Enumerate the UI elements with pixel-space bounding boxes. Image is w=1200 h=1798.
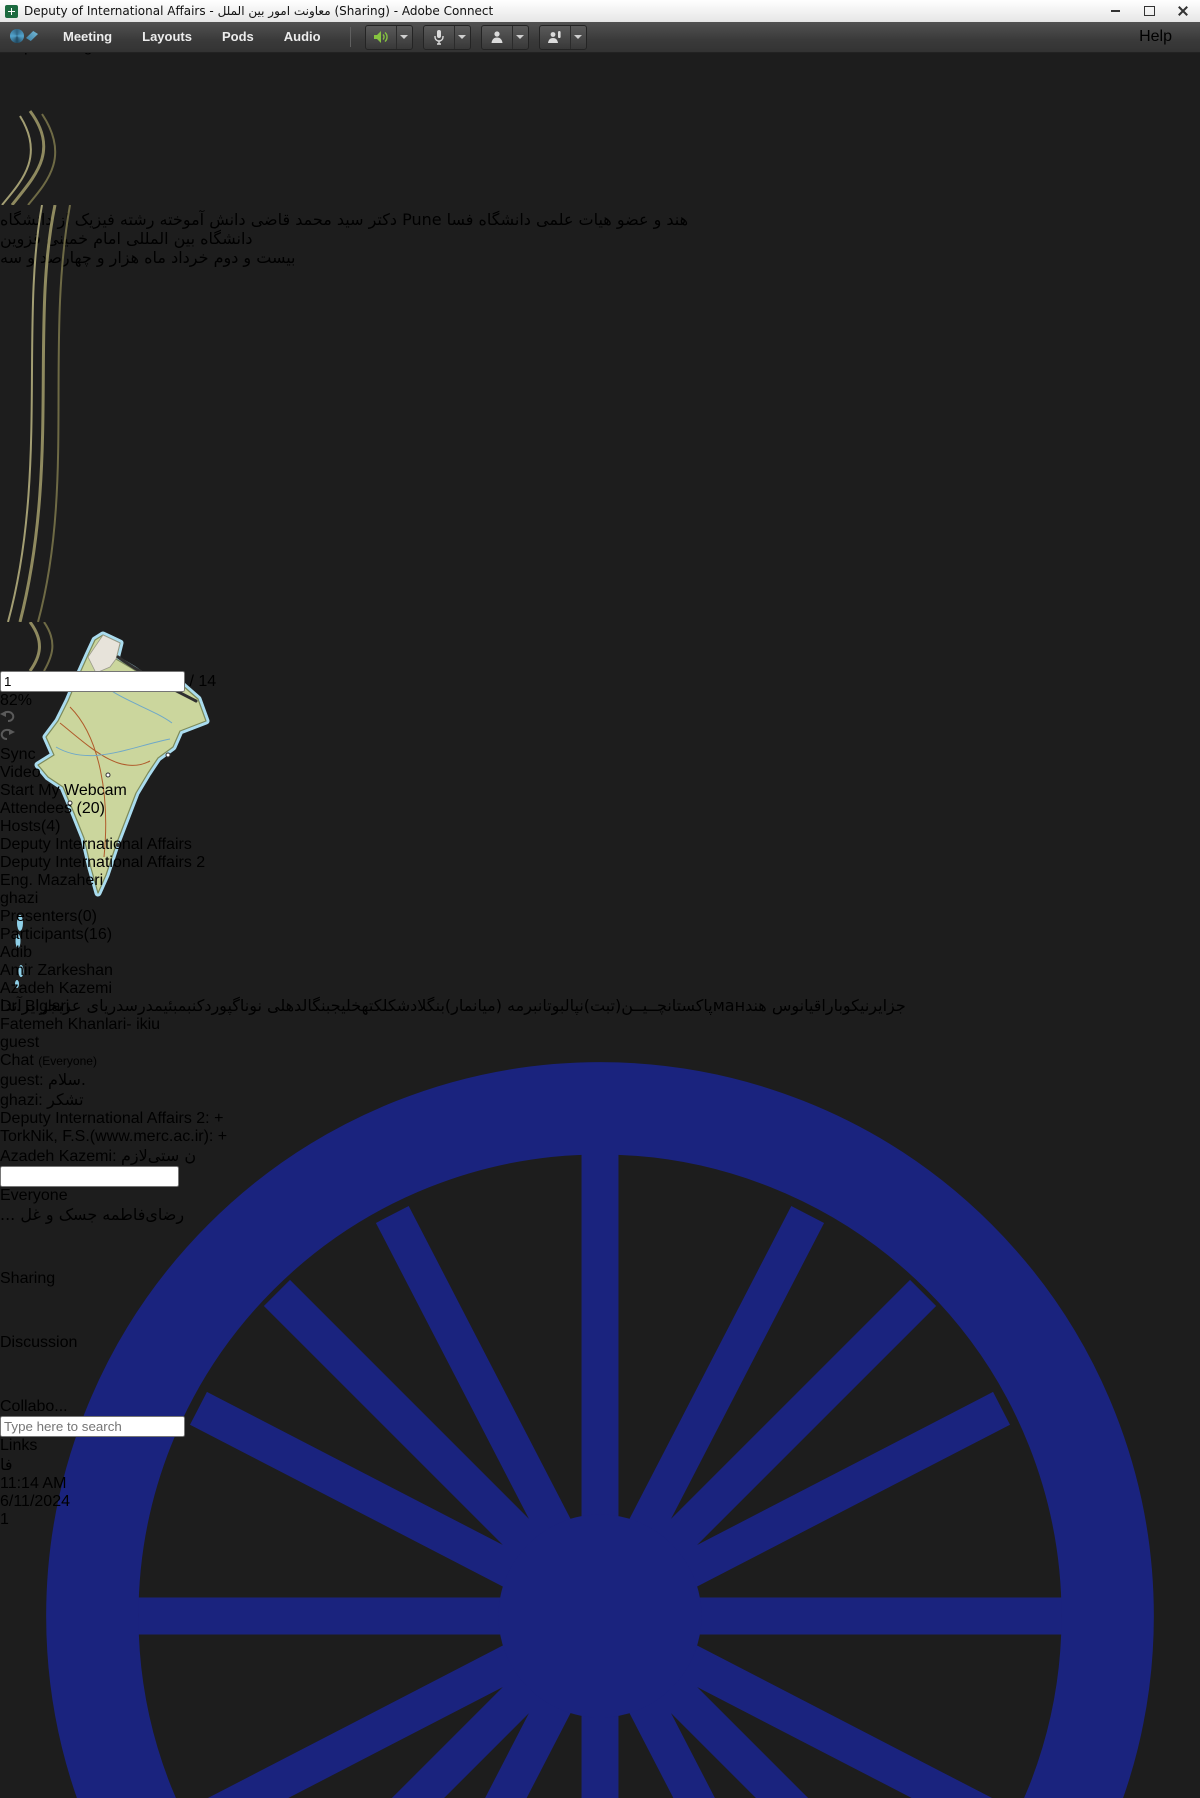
webcam-dropdown[interactable] (512, 26, 528, 49)
recording-indicator-icon (1099, 31, 1111, 43)
attendee-name: Eng. Mazaheri (0, 872, 103, 889)
menu-item-audio[interactable]: Audio (269, 22, 336, 52)
chat-pod-title: Chat (0, 1052, 34, 1069)
undo-icon (0, 710, 15, 723)
webcam-button[interactable] (481, 25, 529, 50)
chat-text: + (218, 1128, 227, 1145)
section-label: Hosts (0, 818, 41, 835)
menu-items: MeetingLayoutsPodsAudio (48, 22, 336, 52)
speaker-icon[interactable] (366, 26, 396, 49)
menu-item-meeting[interactable]: Meeting (48, 22, 127, 52)
chat-text: تشکر (47, 1090, 83, 1109)
map-label: دهلی نو (249, 996, 302, 1015)
map-label: بنگال (303, 996, 331, 1015)
menu-item-pods[interactable]: Pods (207, 22, 269, 52)
page-total-label: / 14 (189, 673, 216, 690)
microphone-icon[interactable] (424, 26, 454, 49)
map-label: بنگلادش (397, 996, 445, 1015)
attendees-count: (20) (77, 800, 105, 817)
chat-text: ن ستی‌لازم (121, 1146, 196, 1165)
redo-icon (0, 728, 15, 741)
menubar: MeetingLayoutsPodsAudio (0, 22, 1200, 53)
section-label: Presenters (0, 908, 77, 925)
attendee-row[interactable]: Deputy International Affairs (0, 836, 1200, 854)
map-label: ناگپور (211, 996, 249, 1015)
attendee-name: Dr. Biglari (0, 998, 69, 1015)
attendee-name: Azadeh Kazemi (0, 980, 112, 997)
raise-hand-dropdown[interactable] (570, 26, 586, 49)
section-count: (0) (77, 908, 97, 925)
map-label: بوتان (538, 996, 565, 1015)
minimize-button[interactable] (1098, 1, 1132, 22)
attendees-pod-title: Attendees (0, 800, 72, 817)
attendee-name: Deputy International Affairs (0, 836, 192, 853)
map-label: نیکوبار (826, 996, 869, 1015)
chat-sender: ghazi: (0, 1092, 47, 1109)
raise-hand-icon[interactable] (540, 26, 570, 49)
search-input[interactable] (0, 1416, 185, 1437)
map-label: برمه (میانمار) (445, 996, 538, 1015)
speaker-button[interactable] (365, 25, 413, 50)
window-titlebar: Deputy of International Affairs - معاونت… (0, 0, 1200, 23)
map-label: مدرس (125, 996, 164, 1015)
video-pod-title: Video (0, 764, 41, 781)
window-title: Deputy of International Affairs - معاونت… (24, 4, 493, 18)
microphone-button[interactable] (423, 25, 471, 50)
share-pod: pdf.قاضی‌فا دکتر ارائه یل Draw Stop Shar… (0, 0, 1200, 764)
section-count: (4) (41, 818, 61, 835)
language-indicator[interactable]: فا (0, 1455, 13, 1474)
microphone-dropdown[interactable] (454, 26, 470, 49)
share-stage: دکتر سید محمد قاضی دانش آموخته رشته فیزی… (0, 56, 1200, 764)
map-label: بمبئی (163, 996, 192, 1015)
section-label: Participants (0, 926, 84, 943)
app-icon (5, 5, 18, 18)
speaker-dropdown[interactable] (396, 26, 412, 49)
screen: { "window": { "title": "Deputy of Intern… (0, 0, 1200, 899)
chat-sender: Azadeh Kazemi: (0, 1148, 121, 1165)
chat-scope: (Everyone) (38, 1054, 97, 1068)
attendee-name: guest (0, 1034, 39, 1051)
map-label: چــیــن (621, 996, 667, 1015)
map-label: خلیج (331, 996, 362, 1015)
map-label: پاکستان (667, 996, 712, 1015)
raise-hand-button[interactable] (539, 25, 587, 50)
maximize-button[interactable] (1132, 1, 1166, 22)
chat-input[interactable] (0, 1166, 179, 1187)
attendee-name: Amir Zarkeshan (0, 962, 113, 979)
attendee-name: Adib (0, 944, 32, 961)
map-label: دکن (192, 996, 212, 1015)
attendee-name: Deputy International Affairs 2 (0, 854, 205, 871)
pdf-document-area: دکتر سید محمد قاضی دانش آموخته رشته فیزی… (0, 56, 1200, 671)
map-label: نپال (565, 996, 584, 1015)
map-label: (تبت) (584, 996, 621, 1015)
attendees-section-participants[interactable]: Participants(16) (0, 926, 1200, 944)
slide-1: دکتر سید محمد قاضی دانش آموخته رشته فیزی… (0, 56, 1200, 205)
chat-sender: guest: (0, 1072, 48, 1089)
help-menu[interactable]: Help (1139, 28, 1172, 46)
attendees-section-presenters[interactable]: Presenters(0) (0, 908, 1200, 926)
chat-text: + (214, 1110, 223, 1127)
menu-item-layouts[interactable]: Layouts (127, 22, 207, 52)
slide-decoration (0, 205, 110, 622)
attendee-name: Fatemeh Khanlari- ikiu (0, 1016, 160, 1033)
map-label: جزایر (869, 996, 905, 1015)
adobe-connect-logo-icon (8, 27, 42, 47)
chat-text: سلام. (48, 1070, 86, 1089)
close-button[interactable] (1166, 1, 1200, 22)
attendee-row[interactable]: Deputy International Affairs 2 (0, 854, 1200, 872)
chat-sender: TorkNik, F.S.(www.merc.ac.ir): (0, 1128, 218, 1145)
attendee-row[interactable]: Amir Zarkeshan (0, 962, 1200, 980)
map-label: کلکته (362, 996, 397, 1015)
attendee-row[interactable]: Adib (0, 944, 1200, 962)
slide-decoration (0, 56, 160, 205)
slide-2: پاکستانچــیــن(تبت)نپالبوتانبرمه (میانما… (0, 205, 1200, 622)
chat-sender: Deputy International Affairs 2: (0, 1110, 214, 1127)
map-label: اقیانوس هند (745, 996, 826, 1015)
section-count: (16) (84, 926, 112, 943)
webcam-person-icon[interactable] (482, 26, 512, 49)
page-number-input[interactable] (0, 671, 185, 692)
